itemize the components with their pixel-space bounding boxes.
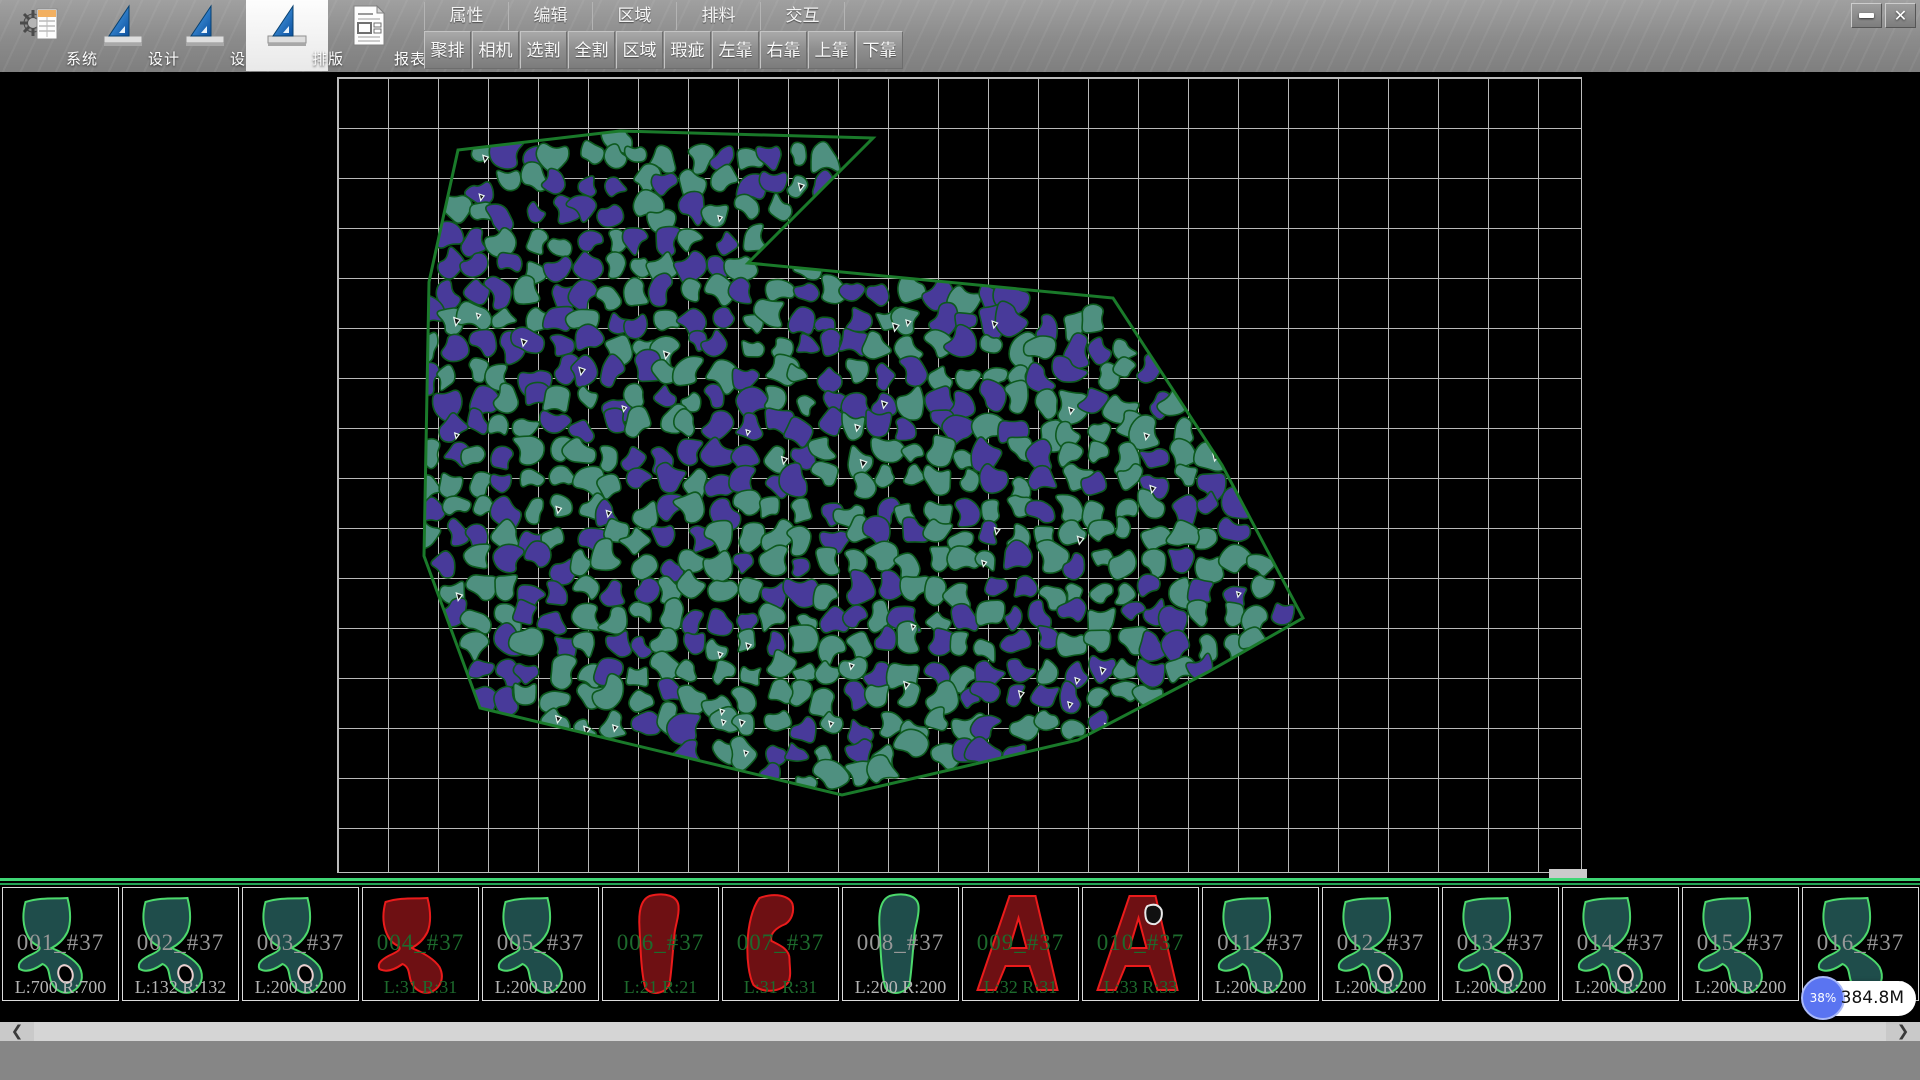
main-button-bar: 系统 设计 设置 排版 (0, 0, 410, 72)
piece-name: 002_#37 (123, 930, 238, 956)
cpu-percent-indicator: 38% (1801, 976, 1845, 1020)
canvas-scrollbar-remnant (1549, 869, 1587, 878)
piece-lr-count: L:21 R:21 (603, 977, 718, 998)
app-window: { "window": { "controls": { "minimize": … (0, 0, 1920, 1080)
main-button-5[interactable]: 报表 (328, 0, 410, 71)
memory-usage-badge[interactable]: 38% 384.8M (1806, 981, 1916, 1016)
piece-name: 015_#37 (1683, 930, 1798, 956)
tool-button-9[interactable]: 上靠 (808, 31, 855, 69)
scroll-right-button[interactable]: ❯ (1886, 1022, 1920, 1041)
piece-thumbnail-002_#37[interactable]: 002_#37 L:132 R:132 (122, 887, 239, 1001)
piece-lr-count: L:200 R:200 (483, 977, 598, 998)
toolbar: 系统 设计 设置 排版 (0, 0, 1920, 72)
tool-button-6[interactable]: 瑕疵 (664, 31, 711, 69)
menu-button-2[interactable]: 编辑 (509, 2, 593, 30)
piece-lr-count: L:31 R:31 (363, 977, 478, 998)
menu-button-3[interactable]: 区域 (593, 2, 677, 30)
scroll-left-button[interactable]: ❮ (0, 1022, 34, 1041)
menu-button-4[interactable]: 排料 (677, 2, 761, 30)
piece-name: 013_#37 (1443, 930, 1558, 956)
tool-button-7[interactable]: 左靠 (712, 31, 759, 69)
piece-thumbnail-012_#37[interactable]: 012_#37 L:200 R:200 (1322, 887, 1439, 1001)
piece-name: 012_#37 (1323, 930, 1438, 956)
piece-lr-count: L:200 R:200 (1323, 977, 1438, 998)
layout-icon (264, 3, 310, 53)
tool-button-10[interactable]: 下靠 (856, 31, 903, 69)
piece-name: 016_#37 (1803, 930, 1918, 956)
piece-name: 004_#37 (363, 930, 478, 956)
piece-lr-count: L:33 R:33 (1083, 977, 1198, 998)
piece-name: 014_#37 (1563, 930, 1678, 956)
piece-thumbnail-010_#37[interactable]: 010_#37 L:33 R:33 (1082, 887, 1199, 1001)
menu-bar: 属性编辑区域排料交互 (424, 2, 845, 30)
piece-name: 006_#37 (603, 930, 718, 956)
tool-button-4[interactable]: 全割 (568, 31, 615, 69)
nesting-canvas[interactable] (0, 72, 1920, 878)
main-button-3[interactable]: 设置 (164, 0, 246, 71)
minimize-button[interactable] (1851, 3, 1882, 28)
status-bar (0, 1041, 1920, 1080)
piece-name: 001_#37 (3, 930, 118, 956)
piece-thumbnail-004_#37[interactable]: 004_#37 L:31 R:31 (362, 887, 479, 1001)
piece-lr-count: L:32 R:31 (963, 977, 1078, 998)
report-icon (346, 3, 392, 53)
main-button-1[interactable]: 系统 (0, 0, 82, 71)
panel-top-border-inner (0, 883, 1920, 885)
piece-name: 009_#37 (963, 930, 1078, 956)
piece-name: 007_#37 (723, 930, 838, 956)
horizontal-scrollbar[interactable]: ❮ ❯ (0, 1022, 1920, 1041)
tool-button-2[interactable]: 相机 (472, 31, 519, 69)
piece-lr-count: L:200 R:200 (243, 977, 358, 998)
tool-button-8[interactable]: 右靠 (760, 31, 807, 69)
piece-thumbnail-007_#37[interactable]: 007_#37 L:31 R:31 (722, 887, 839, 1001)
memory-value: 384.8M (1841, 981, 1904, 1016)
tool-button-1[interactable]: 聚排 (424, 31, 471, 69)
system-icon (18, 3, 64, 53)
settings-icon (182, 3, 228, 53)
tool-button-3[interactable]: 选割 (520, 31, 567, 69)
piece-name: 008_#37 (843, 930, 958, 956)
leather-hide-nesting (0, 72, 1920, 878)
panel-top-border (0, 878, 1920, 881)
main-button-2[interactable]: 设计 (82, 0, 164, 71)
menu-button-5[interactable]: 交互 (761, 2, 845, 30)
minimize-icon (1859, 13, 1874, 18)
piece-thumbnail-005_#37[interactable]: 005_#37 L:200 R:200 (482, 887, 599, 1001)
piece-lr-count: L:200 R:200 (1683, 977, 1798, 998)
piece-lr-count: L:700 R:700 (3, 977, 118, 998)
pieces-panel: 001_#37 L:700 R:700 002_#37 L:132 R:132 … (0, 878, 1920, 1022)
piece-lr-count: L:200 R:200 (1563, 977, 1678, 998)
piece-name: 005_#37 (483, 930, 598, 956)
close-icon: ✕ (1894, 8, 1907, 24)
close-button[interactable]: ✕ (1885, 3, 1916, 28)
piece-thumbnail-list: 001_#37 L:700 R:700 002_#37 L:132 R:132 … (2, 887, 1919, 1001)
piece-thumbnail-008_#37[interactable]: 008_#37 L:200 R:200 (842, 887, 959, 1001)
piece-thumbnail-015_#37[interactable]: 015_#37 L:200 R:200 (1682, 887, 1799, 1001)
piece-thumbnail-014_#37[interactable]: 014_#37 L:200 R:200 (1562, 887, 1679, 1001)
piece-thumbnail-003_#37[interactable]: 003_#37 L:200 R:200 (242, 887, 359, 1001)
window-controls: ✕ (1851, 3, 1916, 28)
piece-lr-count: L:31 R:31 (723, 977, 838, 998)
piece-thumbnail-011_#37[interactable]: 011_#37 L:200 R:200 (1202, 887, 1319, 1001)
piece-lr-count: L:200 R:200 (843, 977, 958, 998)
piece-lr-count: L:132 R:132 (123, 977, 238, 998)
piece-name: 010_#37 (1083, 930, 1198, 956)
piece-thumbnail-006_#37[interactable]: 006_#37 L:21 R:21 (602, 887, 719, 1001)
tool-button-5[interactable]: 区域 (616, 31, 663, 69)
piece-lr-count: L:200 R:200 (1443, 977, 1558, 998)
main-button-4[interactable]: 排版 (246, 0, 328, 71)
design-icon (100, 3, 146, 53)
menu-button-1[interactable]: 属性 (425, 2, 509, 30)
tool-button-bar: 聚排相机选割全割区域瑕疵左靠右靠上靠下靠 (424, 31, 903, 69)
piece-name: 003_#37 (243, 930, 358, 956)
piece-thumbnail-001_#37[interactable]: 001_#37 L:700 R:700 (2, 887, 119, 1001)
piece-thumbnail-013_#37[interactable]: 013_#37 L:200 R:200 (1442, 887, 1559, 1001)
piece-lr-count: L:200 R:200 (1203, 977, 1318, 998)
piece-thumbnail-009_#37[interactable]: 009_#37 L:32 R:31 (962, 887, 1079, 1001)
piece-name: 011_#37 (1203, 930, 1318, 956)
